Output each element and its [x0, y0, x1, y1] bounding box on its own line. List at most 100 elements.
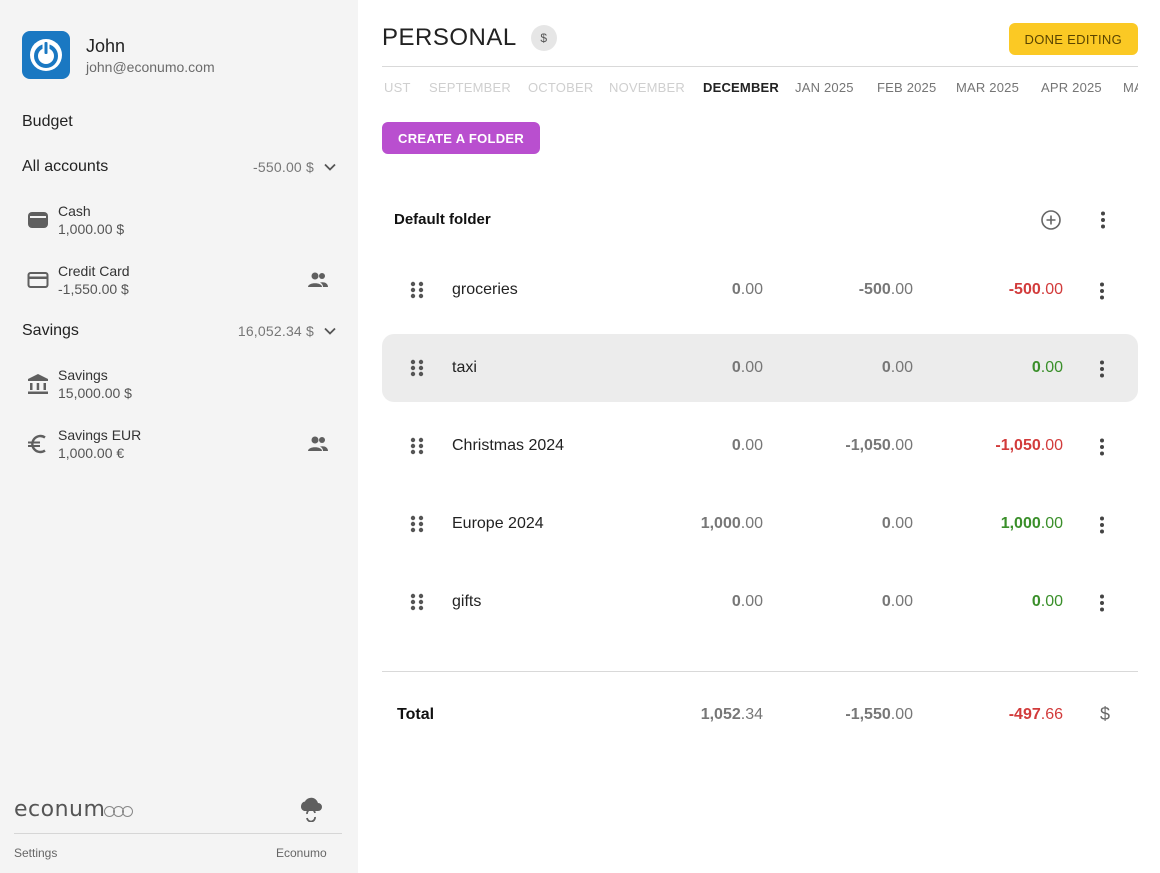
drag-handle-icon[interactable]: [407, 512, 427, 536]
group-total: -550.00 $: [253, 159, 314, 175]
month-tab[interactable]: FEB 2025: [877, 80, 936, 95]
total-spent: -1,550.00: [773, 706, 913, 724]
amount-dec: .00: [890, 437, 913, 454]
amount-dec: .00: [890, 359, 913, 376]
amount-int: -1,050: [995, 437, 1041, 454]
amount-int: 0: [1031, 593, 1041, 610]
amount-dec: .00: [890, 515, 913, 532]
amount-dec: .00: [740, 515, 763, 532]
category-name[interactable]: gifts: [452, 593, 481, 611]
avatar[interactable]: [22, 31, 70, 79]
account-item-savings-eur[interactable]: Savings EUR 1,000.00 €: [26, 424, 338, 464]
amount-int: -1,050: [845, 437, 891, 454]
category-budgeted[interactable]: 0.00: [623, 281, 763, 299]
logo-rings-icon: [104, 805, 134, 817]
category-spent: 0.00: [773, 359, 913, 377]
category-spent: -500.00: [773, 281, 913, 299]
total-currency[interactable]: $: [1100, 704, 1110, 725]
sidebar-divider: [14, 833, 342, 834]
category-budgeted[interactable]: 0.00: [623, 593, 763, 611]
settings-link[interactable]: Settings: [14, 846, 57, 860]
more-vert-icon[interactable]: [1090, 591, 1114, 615]
account-item-credit-card[interactable]: Credit Card -1,550.00 $: [26, 260, 338, 300]
category-available: -1,050.00: [923, 437, 1063, 455]
total-spent-dec: .00: [890, 706, 913, 723]
account-name: Savings EUR: [58, 426, 142, 443]
more-vert-icon[interactable]: [1090, 435, 1114, 459]
category-row[interactable]: Europe 2024 1,000.00 0.00 1,000.00: [382, 490, 1138, 558]
category-row[interactable]: taxi 0.00 0.00 0.00: [382, 334, 1138, 402]
chevron-down-icon[interactable]: [322, 323, 338, 339]
cloud-sync-icon[interactable]: [298, 796, 324, 822]
account-name: Credit Card: [58, 262, 130, 279]
add-circle-icon[interactable]: [1039, 208, 1063, 232]
amount-dec: .00: [740, 281, 763, 298]
drag-handle-icon[interactable]: [407, 356, 427, 380]
category-row[interactable]: groceries 0.00 -500.00 -500.00: [382, 256, 1138, 324]
total-available: -497.66: [923, 706, 1063, 724]
category-budgeted[interactable]: 1,000.00: [623, 515, 763, 533]
category-name[interactable]: Christmas 2024: [452, 437, 564, 455]
category-name[interactable]: taxi: [452, 359, 477, 377]
group-total: 16,052.34 $: [237, 323, 314, 339]
wallet-icon: [26, 208, 50, 232]
more-vert-icon[interactable]: [1090, 513, 1114, 537]
drag-handle-icon[interactable]: [407, 590, 427, 614]
category-row[interactable]: Christmas 2024 0.00 -1,050.00 -1,050.00: [382, 412, 1138, 480]
total-available-dec: .66: [1040, 706, 1063, 723]
currency-chip[interactable]: $: [530, 25, 557, 51]
month-tab[interactable]: NOVEMBER: [609, 80, 685, 95]
month-tab[interactable]: JAN 2025: [795, 80, 854, 95]
category-name[interactable]: Europe 2024: [452, 515, 544, 533]
account-item-savings[interactable]: Savings 15,000.00 $: [26, 364, 338, 404]
done-editing-button[interactable]: DONE EDITING: [1008, 23, 1138, 55]
amount-dec: .00: [740, 593, 763, 610]
amount-int: 0: [1031, 359, 1041, 376]
account-group-all-accounts[interactable]: All accounts -550.00 $: [22, 158, 338, 176]
amount-int: 1,000: [700, 515, 741, 532]
chevron-down-icon[interactable]: [322, 159, 338, 175]
econumo-link[interactable]: Econumo: [276, 846, 327, 860]
user-email: john@econumo.com: [86, 59, 215, 75]
account-item-cash[interactable]: Cash 1,000.00 $: [26, 200, 338, 240]
month-tab[interactable]: MA: [1123, 80, 1138, 95]
total-available-int: -497: [1008, 706, 1041, 723]
drag-handle-icon[interactable]: [407, 278, 427, 302]
category-spent: -1,050.00: [773, 437, 913, 455]
category-spent: 0.00: [773, 593, 913, 611]
account-balance: -1,550.00 $: [58, 280, 129, 297]
user-name: John: [86, 36, 126, 56]
create-folder-button[interactable]: CREATE A FOLDER: [382, 122, 541, 154]
total-budgeted-dec: .34: [740, 706, 763, 723]
more-vert-icon[interactable]: [1090, 357, 1114, 381]
more-vert-icon[interactable]: [1091, 208, 1115, 232]
drag-handle-icon[interactable]: [407, 434, 427, 458]
category-available: 1,000.00: [923, 515, 1063, 533]
category-name[interactable]: groceries: [452, 281, 518, 299]
shared-users-icon: [308, 436, 328, 451]
category-budgeted[interactable]: 0.00: [623, 437, 763, 455]
sidebar-item-budget[interactable]: Budget: [22, 113, 73, 131]
month-tab[interactable]: SEPTEMBER: [429, 80, 511, 95]
account-balance: 1,000.00 €: [58, 444, 125, 461]
category-available: 0.00: [923, 593, 1063, 611]
month-tab[interactable]: APR 2025: [1041, 80, 1102, 95]
amount-int: 0: [731, 359, 741, 376]
category-available: 0.00: [923, 359, 1063, 377]
month-tab[interactable]: MAR 2025: [956, 80, 1019, 95]
account-group-savings[interactable]: Savings 16,052.34 $: [22, 322, 338, 340]
budget-main: PERSONAL $ DONE EDITING UST SEPTEMBER OC…: [382, 0, 1138, 873]
amount-dec: .00: [1040, 359, 1063, 376]
month-tab-active[interactable]: DECEMBER: [703, 80, 779, 95]
month-tab[interactable]: UST: [384, 80, 411, 95]
more-vert-icon[interactable]: [1090, 279, 1114, 303]
sidebar: John john@econumo.com Budget All account…: [0, 0, 358, 873]
category-row[interactable]: gifts 0.00 0.00 0.00: [382, 568, 1138, 636]
amount-dec: .00: [740, 359, 763, 376]
category-budgeted[interactable]: 0.00: [623, 359, 763, 377]
amount-int: -500: [1008, 281, 1041, 298]
user-profile[interactable]: John john@econumo.com: [22, 31, 215, 79]
folder-header: Default folder: [382, 196, 1138, 244]
month-tab[interactable]: OCTOBER: [528, 80, 593, 95]
group-title: All accounts: [22, 158, 109, 175]
